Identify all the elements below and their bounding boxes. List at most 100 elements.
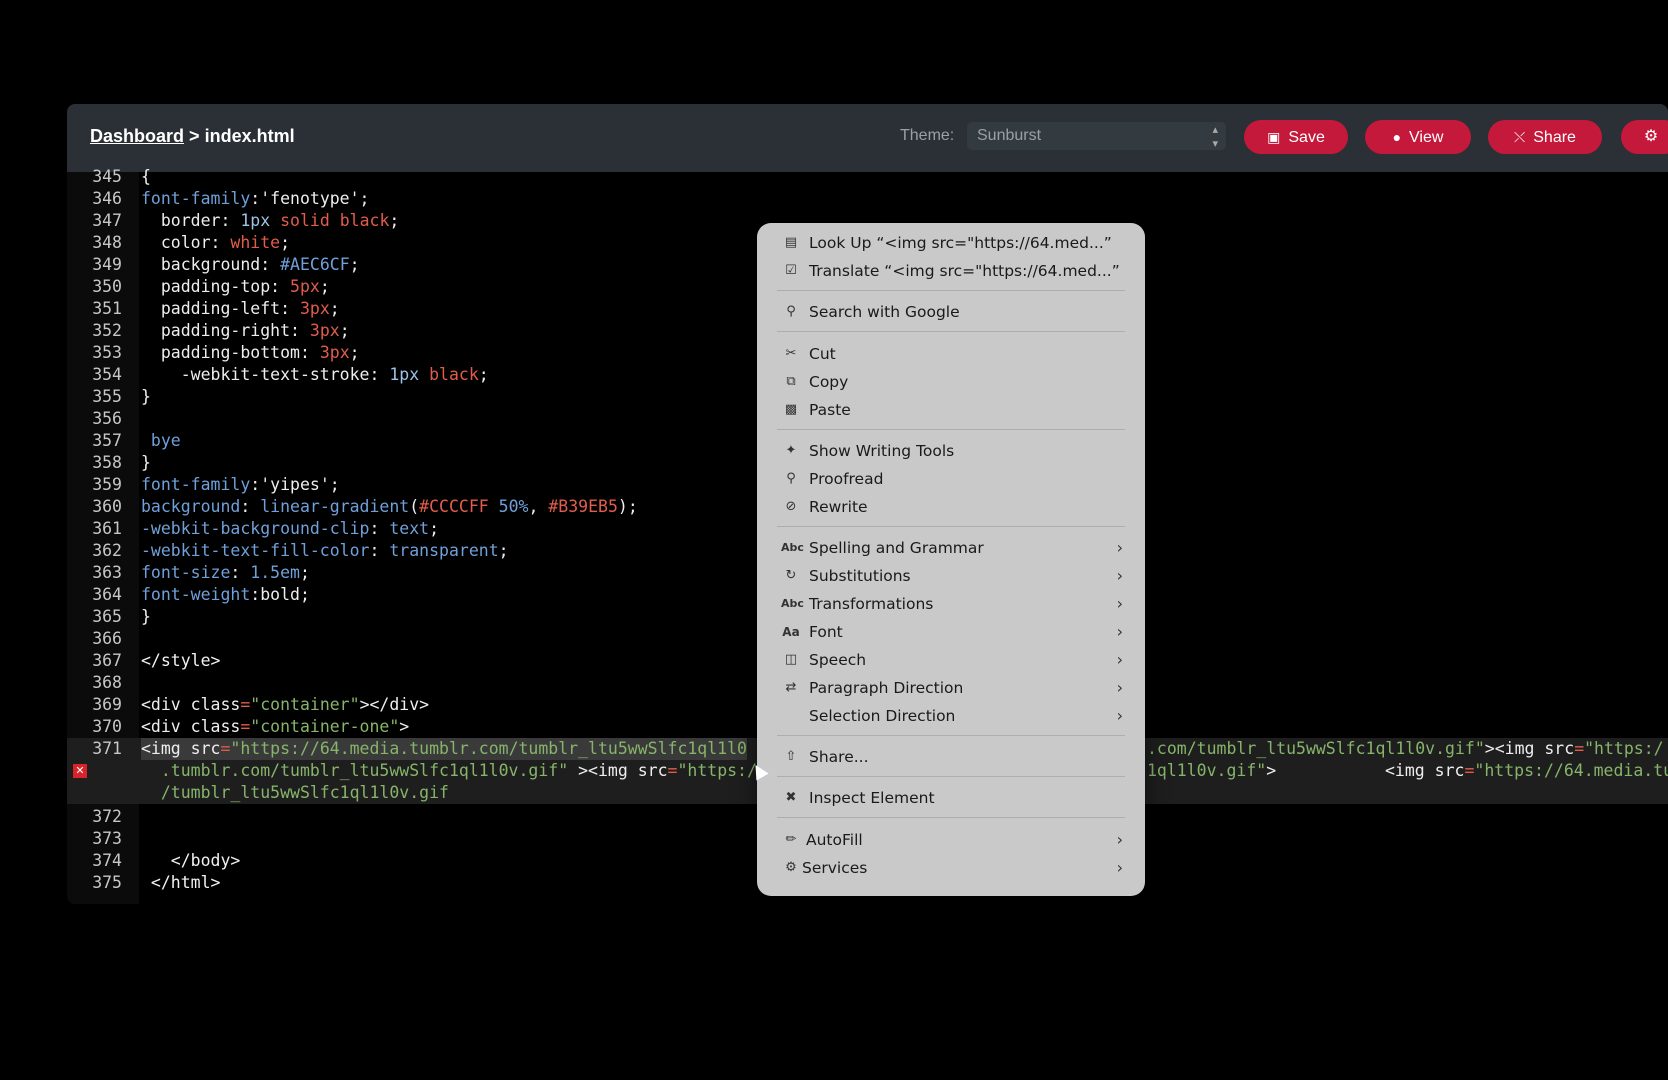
services-gears-icon: ⚙ [785,860,797,875]
spelling-icon: Abc [781,541,804,554]
menu-item-translate[interactable]: ☑ Translate “<img src="https://64.med...” [757,257,1145,285]
menu-item-label: Speech [809,651,867,669]
menu-item-selection-direction[interactable]: Selection Direction › [757,702,1145,730]
menu-item-font[interactable]: Aa Font › [757,618,1145,646]
menu-item-label: Font [809,623,843,641]
menu-item-inspect[interactable]: ✖ Inspect Element [757,784,1145,812]
menu-item-search-google[interactable]: ⚲ Search with Google [757,298,1145,326]
css-color: #B39EB5 [548,497,618,516]
menu-item-services[interactable]: ⚙ Services › [757,854,1145,882]
css-number: 3px [309,321,340,340]
breadcrumb-dashboard-link[interactable]: Dashboard [90,126,184,146]
proofread-icon: ⚲ [786,471,796,486]
error-marker-icon[interactable]: ✕ [73,764,87,778]
line-number: 351 [92,299,122,318]
menu-item-label: Selection Direction [809,707,956,725]
share-icon: ⤬ [1514,129,1526,145]
line-number: 357 [92,431,122,450]
line-number: 368 [92,673,122,692]
css-colon: : [280,299,300,318]
menu-item-label: Copy [809,373,849,391]
code-text: -webkit-background-clip: text; [141,518,439,540]
css-space [419,365,429,384]
code-text: <img src="https://64.media.tumblr.com/tu… [141,738,747,760]
save-button-label: Save [1288,129,1325,146]
menu-item-cut[interactable]: ✂ Cut [757,340,1145,368]
css-property: padding-left [141,299,281,318]
css-value: :bold; [250,585,310,604]
paragraph-direction-icon: ⇄ [785,680,797,695]
breadcrumb: Dashboard > index.html [90,126,295,147]
css-space [489,497,499,516]
menu-item-paste[interactable]: ▩ Paste [757,396,1145,424]
menu-item-paragraph-direction[interactable]: ⇄ Paragraph Direction › [757,674,1145,702]
chevron-right-icon: › [1116,622,1123,641]
html-attr: class [190,717,241,736]
css-property: -webkit-text-fill-color [141,541,370,560]
view-button-label: View [1409,129,1444,146]
line-number: 363 [92,563,122,582]
css-keyword: text [389,519,430,538]
share-button[interactable]: ⤬ Share [1488,120,1602,154]
css-property: -webkit-background-clip [141,519,370,538]
code-text: </html> [141,873,221,892]
css-property: color [141,233,211,252]
menu-item-look-up[interactable]: ▤ Look Up “<img src="https://64.med...” [757,229,1145,257]
css-property: border [141,211,221,230]
html-string: 1ql1l0v.gif" [1147,761,1267,780]
settings-button[interactable]: ⚙ [1621,120,1668,154]
html-attr: src [637,761,668,780]
menu-item-writing-tools[interactable]: ✦ Show Writing Tools [757,437,1145,465]
html-tag: ></div> [359,695,430,714]
line-number: 370 [92,717,122,736]
css-colon: : [369,541,390,560]
code-text: } [141,387,151,406]
css-semicolon: ; [429,519,440,538]
css-function: linear-gradient [260,497,410,516]
css-number: 3px [299,299,330,318]
menu-item-label: Share... [809,748,869,766]
menu-item-proofread[interactable]: ⚲ Proofread [757,465,1145,493]
line-number: 356 [92,409,122,428]
menu-item-transformations[interactable]: Abc Transformations › [757,590,1145,618]
css-semicolon: ; [349,343,360,362]
menu-item-autofill[interactable]: ✏ AutoFill › [757,826,1145,854]
line-number: 375 [92,873,122,892]
writing-tools-icon: ✦ [785,443,797,458]
theme-select[interactable]: Sunburst ▴ ▾ [967,122,1226,150]
menu-item-copy[interactable]: ⧉ Copy [757,368,1145,396]
code-text: bye [141,431,181,450]
menu-separator [777,526,1125,527]
css-semicolon: ; [319,277,330,296]
transformations-icon: Abc [781,597,804,610]
scissors-icon: ✂ [785,346,797,361]
view-button[interactable]: ● View [1365,120,1471,154]
html-string: "https://64.media.tumblr.com/tumblr_ltu5… [230,739,747,758]
css-colon: : [210,233,231,252]
font-icon: Aa [782,625,800,639]
html-attr: src [1434,761,1465,780]
copy-icon: ⧉ [786,374,796,389]
code-text: .tumblr.com/tumblr_ltu5wwSlfc1ql1l0v.gif… [141,760,757,782]
code-text: padding-bottom: 3px; [141,342,360,364]
html-attr: src [1544,739,1575,758]
css-color: #AEC6CF [280,255,350,274]
css-keyword: transparent [389,541,499,560]
save-button[interactable]: ▣ Save [1244,120,1348,154]
code-text: { [141,167,151,186]
code-text: <div class="container-one"> [141,716,409,738]
menu-item-share[interactable]: ⇧ Share... [757,743,1145,771]
menu-item-substitutions[interactable]: ↻ Substitutions › [757,562,1145,590]
line-number: 345 [92,167,122,186]
html-equals: = [240,717,251,736]
menu-item-spelling[interactable]: Abc Spelling and Grammar › [757,534,1145,562]
html-attr: class [190,695,241,714]
menu-item-label: AutoFill [806,831,863,849]
chevron-right-icon: › [1116,538,1123,557]
html-tag: <div [141,717,191,736]
menu-item-speech[interactable]: ◫ Speech › [757,646,1145,674]
css-property: font-family [141,475,251,494]
menu-item-rewrite[interactable]: ⊘ Rewrite [757,493,1145,521]
globe-icon: ● [1392,129,1402,145]
css-number: 5px [290,277,320,296]
